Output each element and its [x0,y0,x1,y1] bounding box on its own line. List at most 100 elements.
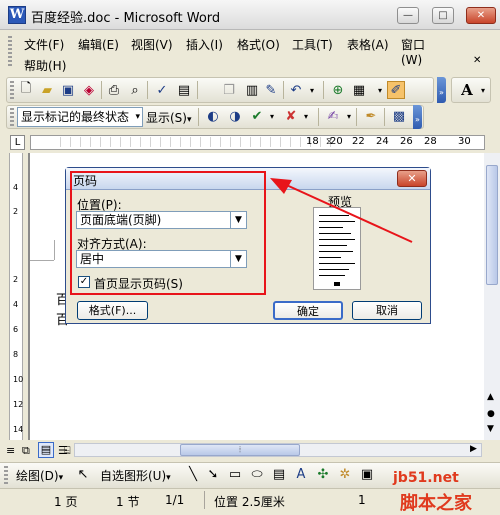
minimize-button[interactable]: — [397,7,419,24]
print-icon[interactable]: ⎙ [105,81,123,99]
menu-close-doc-icon[interactable]: ✕ [473,55,481,66]
wordart-icon[interactable]: A [292,465,310,483]
previous-change-icon[interactable]: ◐ [204,107,222,125]
next-change-icon[interactable]: ◑ [226,107,244,125]
paste-icon[interactable]: ▥ [243,81,261,99]
font-size-dropdown-icon[interactable]: ▾ [474,81,492,99]
menu-table[interactable]: 表格(A) [347,36,389,53]
status-column: 1 [358,493,366,507]
maximize-button[interactable]: □ [432,7,454,24]
print-layout-icon[interactable]: ▤ [38,442,54,458]
reading-layout-icon[interactable]: ⌸ [64,444,71,458]
menu-help[interactable]: 帮助(H) [24,57,66,74]
normal-view-icon[interactable]: ≡ [6,444,15,457]
vruler-number: 10 [13,375,24,384]
toolbar-grip [4,466,8,484]
status-position: 位置 2.5厘米 [214,495,285,509]
show-menu-button[interactable]: 显示(S)▾ [146,109,192,126]
ruler-ticks [60,137,340,147]
vruler-number: 14 [13,425,24,434]
vertical-scroll-thumb[interactable] [486,165,498,285]
clip-art-icon[interactable]: ✲ [336,465,354,483]
drawing-toolbar-icon[interactable]: ✐ [387,81,405,99]
chevron-down-icon: ▾ [166,473,171,483]
markup-view-value: 显示标记的最终状态 [21,110,130,124]
copy-icon[interactable]: ❐ [220,81,238,99]
reviewing-chevron-icon[interactable]: » [413,105,422,129]
menu-tools[interactable]: 工具(T) [292,36,333,53]
margin-corner-mark [54,240,55,260]
research-icon[interactable]: ▤ [175,81,193,99]
spelling-icon[interactable]: ✓ [153,81,171,99]
window-title: 百度经验.doc - Microsoft Word [31,11,221,26]
track-changes-icon[interactable]: ✒ [362,107,380,125]
arrow-tool-icon[interactable]: ➘ [204,465,222,483]
rectangle-tool-icon[interactable]: ▭ [226,465,244,483]
oval-tool-icon[interactable]: ⬭ [248,465,266,483]
vruler-number: 2 [13,275,19,284]
preview-line [319,269,349,270]
ruler-number: 24 [376,136,389,147]
line-tool-icon[interactable]: ╲ [184,465,202,483]
menu-view[interactable]: 视图(V) [131,36,173,53]
reviewing-pane-icon[interactable]: ▩ [390,107,408,125]
picture-icon[interactable]: ▣ [358,465,376,483]
menu-insert[interactable]: 插入(I) [186,36,223,53]
new-document-icon[interactable]: 🗋 [17,81,35,99]
vruler-number: 8 [13,350,19,359]
vruler-number: 2 [13,207,19,216]
horizontal-scroll-thumb[interactable]: ⦙ [180,444,300,456]
accept-dropdown-icon[interactable]: ▾ [263,107,281,125]
autoshapes-label: 自选图形(U) [100,469,167,483]
save-icon[interactable]: ▣ [59,81,77,99]
undo-dropdown-icon[interactable]: ▾ [303,81,321,99]
print-preview-icon[interactable]: ⌕ [126,81,144,99]
menu-format[interactable]: 格式(O) [237,36,280,53]
show-menu-label: 显示(S) [146,111,187,125]
menu-file[interactable]: 文件(F) [24,36,64,53]
tab-selector-icon[interactable]: L [10,135,25,150]
browse-next-icon[interactable]: ▼ [487,424,494,434]
autoshapes-menu-button[interactable]: 自选图形(U)▾ [100,467,171,484]
vruler-number: 4 [13,183,19,192]
markup-view-dropdown[interactable]: 显示标记的最终状态 ▾ [17,107,143,127]
ruler-number: 30 [458,136,471,147]
vruler-number: 6 [13,325,19,334]
browse-prev-icon[interactable]: ▲ [487,392,494,402]
toolbar-chevron-icon[interactable]: » [437,77,446,103]
status-section: 1 节 [116,495,140,509]
standard-toolbar: 🗋 ▰ ▣ ◈ ⎙ ⌕ ✓ ▤ ❐ ▥ ✎ ↶ ▾ ⊕ ▦ ▾ ✐ [6,77,434,103]
open-folder-icon[interactable]: ▰ [38,81,56,99]
help-toolbar: A ▾ [451,77,491,103]
web-layout-icon[interactable]: ⧉ [22,444,30,458]
reject-dropdown-icon[interactable]: ▾ [297,107,315,125]
vruler-number: 4 [13,300,19,309]
format-button[interactable]: 格式(F)... [77,301,148,320]
vertical-ruler-strip [9,153,23,440]
watermark-name: 脚本之家 [400,493,472,514]
margin-corner-mark [30,260,54,261]
scroll-right-icon[interactable]: ▶ [470,444,477,454]
hyperlink-icon[interactable]: ⊕ [329,81,347,99]
ruler-number: 22 [352,136,365,147]
preview-page-number [334,282,340,286]
toolbar-grip [10,81,14,99]
draw-menu-button[interactable]: 绘图(D)▾ [16,467,63,484]
format-painter-icon[interactable]: ✎ [262,81,280,99]
permission-icon[interactable]: ◈ [80,81,98,99]
menu-edit[interactable]: 编辑(E) [78,36,119,53]
select-objects-icon[interactable]: ↖ [74,465,92,483]
word-app-icon[interactable]: W [8,6,26,24]
menu-window[interactable]: 窗口(W) [401,36,432,67]
diagram-icon[interactable]: ✣ [314,465,332,483]
close-button[interactable]: ✕ [466,7,496,24]
ok-button[interactable]: 确定 [273,301,343,320]
menu-grip [8,36,12,66]
cancel-button[interactable]: 取消 [352,301,422,320]
chevron-down-icon: ▾ [135,112,140,122]
browse-object-icon[interactable]: ● [487,409,495,419]
preview-line [319,275,345,276]
table-icon[interactable]: ▦ [350,81,368,99]
toolbar-grip [10,108,14,126]
text-box-icon[interactable]: ▤ [270,465,288,483]
